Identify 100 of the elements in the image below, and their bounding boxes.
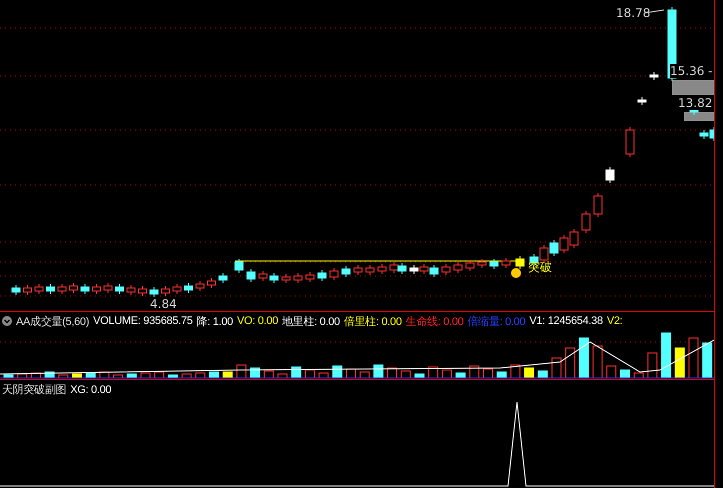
- indicator-value: V2:: [606, 315, 622, 328]
- volume-bar: [702, 342, 712, 378]
- volume-bar: [58, 374, 68, 378]
- volume-bar: [113, 374, 124, 378]
- candle: [172, 284, 182, 294]
- volume-bar: [661, 332, 672, 378]
- candle: [378, 264, 386, 274]
- volume-bar: [318, 372, 329, 378]
- volume-bar: [592, 345, 603, 378]
- volume-bar: [428, 366, 438, 378]
- candle: [390, 262, 398, 274]
- volume-bar: [304, 369, 315, 378]
- candle: [150, 286, 158, 298]
- candle: [582, 210, 590, 234]
- candle: [478, 258, 486, 268]
- price-label: 18.78: [616, 6, 650, 20]
- volume-bar: [291, 366, 302, 378]
- candle: [606, 166, 614, 184]
- candle: [342, 266, 350, 278]
- candle: [430, 264, 438, 278]
- price-marker: [672, 80, 714, 95]
- candle: [207, 278, 216, 288]
- volume-bar: [647, 352, 658, 378]
- volume-bar: [209, 371, 219, 378]
- candle: [330, 268, 338, 280]
- indicator-value: 倍里柱: 0.00: [344, 314, 402, 329]
- volume-bar: [278, 373, 288, 378]
- candle: [318, 270, 326, 282]
- candle: [502, 258, 510, 268]
- volume-bar: [578, 337, 589, 378]
- candle: [58, 284, 66, 294]
- candle: [69, 282, 78, 294]
- candle: [218, 272, 228, 284]
- volume-bar: [688, 337, 698, 378]
- volume-bar: [524, 367, 534, 378]
- price-label: 15.36 -: [670, 64, 712, 78]
- candle: [92, 284, 101, 294]
- volume-bar: [469, 365, 480, 378]
- candle: [306, 272, 314, 282]
- indicator-value: VOLUME: 935685.75: [93, 315, 193, 328]
- candle: [594, 192, 602, 218]
- candle: [196, 280, 204, 292]
- volume-bar: [565, 347, 576, 378]
- volume-bar: [140, 372, 150, 378]
- volume-bar: [168, 374, 178, 378]
- candle: [466, 260, 474, 272]
- candle: [161, 286, 170, 296]
- candle: [366, 264, 374, 276]
- volume-bar: [236, 364, 246, 378]
- candle: [23, 284, 32, 296]
- candle: [104, 282, 112, 294]
- candle: [442, 264, 450, 276]
- candle: [570, 228, 578, 248]
- volume-bar: [72, 373, 82, 378]
- volume-bar: [442, 369, 452, 378]
- panel-title: 天阴突破副图: [2, 382, 66, 398]
- volume-bar: [332, 365, 342, 378]
- candle: [550, 240, 558, 256]
- price-label: 13.82: [678, 96, 712, 110]
- indicator-value: 生命线: 0.00: [406, 314, 464, 329]
- volume-bar: [414, 373, 424, 378]
- volume-bar: [30, 372, 41, 378]
- candle: [184, 282, 193, 294]
- indicator-value: XG: 0.00: [70, 384, 112, 396]
- candle: [126, 284, 136, 296]
- volume-bar: [620, 369, 630, 378]
- volume-bar: [86, 372, 96, 378]
- volume-bar: [634, 372, 644, 378]
- indicator-value: 地里柱: 0.00: [282, 314, 340, 329]
- candle: [454, 262, 462, 274]
- candle: [354, 264, 362, 276]
- price-label: 4.84: [150, 297, 177, 311]
- volume-bar: [496, 371, 507, 378]
- candle: [258, 270, 268, 282]
- candle: [490, 258, 498, 270]
- candle: [410, 264, 418, 274]
- candle: [34, 284, 44, 294]
- volume-bar: [538, 370, 548, 378]
- volume-bar: [264, 370, 274, 378]
- signal-dot: [511, 268, 521, 278]
- collapse-icon[interactable]: [2, 316, 12, 326]
- volume-bar: [4, 374, 14, 378]
- volume-bar: [360, 371, 370, 378]
- candle: [420, 264, 428, 274]
- candle: [270, 272, 278, 284]
- volume-bar: [387, 367, 398, 378]
- candle: [80, 284, 90, 294]
- volume-bar: [195, 372, 206, 378]
- candle: [626, 126, 634, 158]
- candle: [294, 272, 302, 284]
- volume-bar: [674, 347, 685, 378]
- volume-bar: [373, 364, 384, 378]
- volume-bar: [606, 365, 616, 378]
- volume-bar: [126, 373, 137, 378]
- candle: [282, 274, 290, 284]
- volume-bar: [510, 364, 520, 378]
- volume-bar: [222, 371, 233, 378]
- signal-label: 突破: [528, 260, 552, 274]
- candle: [398, 262, 406, 274]
- price-marker: [684, 112, 714, 121]
